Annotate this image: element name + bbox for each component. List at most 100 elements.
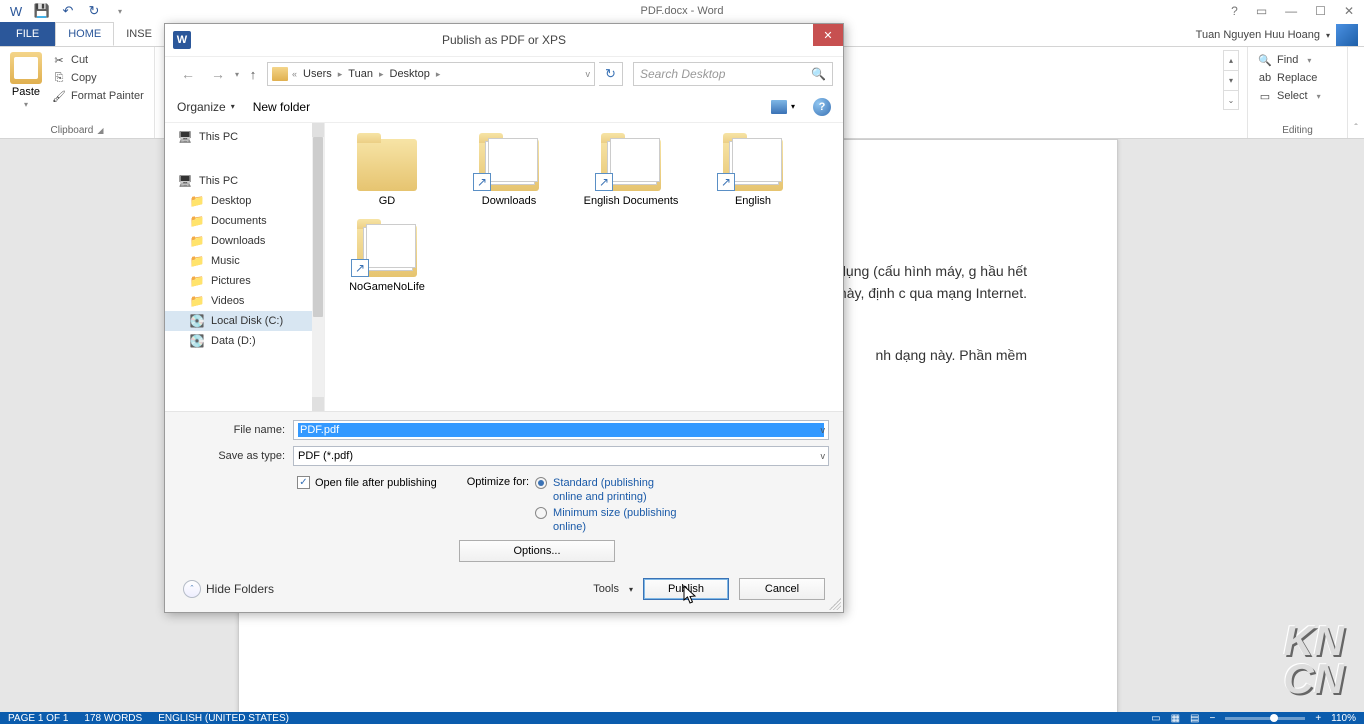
tree-item-music[interactable]: 📁Music	[165, 251, 324, 271]
new-folder-button[interactable]: New folder	[253, 100, 310, 114]
paste-dropdown-icon[interactable]: ▾	[24, 100, 28, 109]
refresh-button[interactable]: ↻	[599, 62, 623, 86]
breadcrumb-2[interactable]: Desktop	[388, 68, 432, 80]
view-web-icon[interactable]: ▤	[1190, 713, 1199, 724]
replace-button[interactable]: abReplace	[1256, 70, 1339, 86]
copy-label: Copy	[71, 72, 97, 84]
cut-button[interactable]: ✂Cut	[50, 52, 146, 68]
savetype-dropdown-icon[interactable]: v	[821, 451, 826, 461]
replace-icon: ab	[1258, 71, 1272, 85]
user-area[interactable]: Tuan Nguyen Huu Hoang ▾	[1196, 24, 1364, 46]
pc-icon: 🖥	[177, 173, 193, 189]
cancel-button[interactable]: Cancel	[739, 578, 825, 600]
paste-button[interactable]: Paste ▾	[8, 50, 44, 111]
help-icon[interactable]: ?	[813, 98, 831, 116]
select-button[interactable]: ▭Select▾	[1256, 88, 1339, 104]
save-icon[interactable]: 💾	[34, 3, 50, 19]
address-dropdown-icon[interactable]: v	[586, 69, 591, 79]
tree-item-documents[interactable]: 📁Documents	[165, 211, 324, 231]
find-button[interactable]: 🔍Find▾	[1256, 52, 1339, 68]
file-item-english[interactable]: ↗English	[701, 131, 805, 207]
tree-item-this-pc[interactable]: 🖥This PC	[165, 127, 324, 147]
format-painter-button[interactable]: 🖌Format Painter	[50, 88, 146, 104]
tab-insert[interactable]: INSE	[114, 22, 164, 46]
optimize-label: Optimize for:	[467, 476, 529, 488]
view-read-icon[interactable]: ▭	[1151, 713, 1160, 724]
breadcrumb-1[interactable]: Tuan	[346, 68, 375, 80]
tree-item-videos[interactable]: 📁Videos	[165, 291, 324, 311]
tab-home[interactable]: HOME	[55, 22, 114, 46]
minimize-icon[interactable]: —	[1285, 4, 1297, 18]
tree-scrollbar[interactable]	[312, 123, 324, 411]
dialog-close-button[interactable]: ✕	[813, 24, 843, 46]
format-painter-icon: 🖌	[52, 89, 66, 103]
history-dropdown-icon[interactable]: ▾	[235, 70, 239, 79]
maximize-icon[interactable]: ☐	[1315, 4, 1326, 18]
up-button[interactable]: ↑	[243, 67, 263, 82]
filename-field[interactable]	[298, 423, 824, 437]
file-item-english-documents[interactable]: ↗English Documents	[579, 131, 683, 207]
publish-button[interactable]: Publish	[643, 578, 729, 600]
file-item-gd[interactable]: GD	[335, 131, 439, 207]
zoom-value[interactable]: 110%	[1331, 713, 1356, 724]
avatar[interactable]	[1336, 24, 1358, 46]
file-item-downloads[interactable]: ↗Downloads	[457, 131, 561, 207]
qat-dropdown-icon[interactable]: ▾	[112, 3, 128, 19]
ribbon-display-icon[interactable]: ▭	[1256, 4, 1267, 18]
open-after-checkbox[interactable]: ✓ Open file after publishing	[297, 476, 437, 489]
tree-item-downloads[interactable]: 📁Downloads	[165, 231, 324, 251]
optimize-minimum-radio[interactable]: Minimum size (publishing online)	[535, 506, 683, 534]
search-icon[interactable]: 🔍	[811, 67, 826, 81]
savetype-select[interactable]: PDF (*.pdf) v	[293, 446, 829, 466]
help-icon[interactable]: ?	[1231, 4, 1238, 18]
page-indicator[interactable]: PAGE 1 OF 1	[8, 713, 68, 724]
resize-grip[interactable]	[829, 598, 841, 610]
folder-tree[interactable]: 🖥This PC🖥This PC📁Desktop📁Documents📁Downl…	[165, 123, 325, 411]
filename-input[interactable]: v	[293, 420, 829, 440]
file-item-nogamenolife[interactable]: ↗NoGameNoLife	[335, 217, 439, 293]
tools-button[interactable]: Tools▾	[593, 583, 633, 595]
editing-group-label: Editing	[1282, 125, 1313, 136]
hide-folders-button[interactable]: ˆ Hide Folders	[183, 580, 274, 598]
editing-group: 🔍Find▾ abReplace ▭Select▾ Editing	[1248, 47, 1348, 138]
word-count[interactable]: 178 WORDS	[84, 713, 142, 724]
copy-button[interactable]: ⎘Copy	[50, 70, 146, 86]
language-indicator[interactable]: ENGLISH (UNITED STATES)	[158, 713, 289, 724]
tree-item-label: Data (D:)	[211, 335, 256, 347]
zoom-out-icon[interactable]: −	[1209, 713, 1215, 724]
zoom-in-icon[interactable]: +	[1315, 713, 1321, 724]
find-label: Find	[1277, 54, 1298, 66]
view-button[interactable]: ▾	[771, 100, 795, 114]
tree-item-data-d-[interactable]: 💽Data (D:)	[165, 331, 324, 351]
tree-item-label: Local Disk (C:)	[211, 315, 283, 327]
tree-item-this-pc[interactable]: 🖥This PC	[165, 171, 324, 191]
forward-button[interactable]: →	[205, 61, 231, 87]
user-dropdown-icon[interactable]: ▾	[1326, 31, 1330, 40]
title-bar: W 💾 ↶ ↻ ▾ PDF.docx - Word ? ▭ — ☐ ✕	[0, 0, 1364, 22]
view-print-icon[interactable]: ▦	[1171, 713, 1180, 724]
search-input[interactable]: Search Desktop 🔍	[633, 62, 833, 86]
options-button[interactable]: Options...	[459, 540, 615, 562]
file-tab[interactable]: FILE	[0, 22, 55, 46]
file-name: GD	[379, 195, 396, 207]
dialog-title-bar[interactable]: W Publish as PDF or XPS ✕	[165, 24, 843, 57]
close-icon[interactable]: ✕	[1344, 4, 1354, 18]
styles-more[interactable]: ▴▾⌄	[1223, 50, 1239, 110]
collapse-ribbon-icon[interactable]: ˆ	[1348, 47, 1364, 138]
filename-dropdown-icon[interactable]: v	[821, 425, 826, 435]
file-view[interactable]: GD ↗Downloads↗English Documents↗English ↗N…	[325, 123, 843, 411]
tree-item-desktop[interactable]: 📁Desktop	[165, 191, 324, 211]
redo-icon[interactable]: ↻	[86, 3, 102, 19]
zoom-slider[interactable]	[1225, 717, 1305, 720]
dialog-toolbar: Organize▾ New folder ▾ ?	[165, 91, 843, 123]
clipboard-launcher-icon[interactable]: ◢	[97, 126, 103, 135]
undo-icon[interactable]: ↶	[60, 3, 76, 19]
organize-button[interactable]: Organize▾	[177, 100, 235, 114]
breadcrumb-0[interactable]: Users	[301, 68, 334, 80]
optimize-standard-radio[interactable]: Standard (publishing online and printing…	[535, 476, 683, 504]
tree-item-pictures[interactable]: 📁Pictures	[165, 271, 324, 291]
back-button[interactable]: ←	[175, 61, 201, 87]
tree-item-local-disk-c-[interactable]: 💽Local Disk (C:)	[165, 311, 324, 331]
address-bar[interactable]: « Users▸ Tuan▸ Desktop▸ v	[267, 62, 595, 86]
folder-icon	[351, 131, 423, 191]
